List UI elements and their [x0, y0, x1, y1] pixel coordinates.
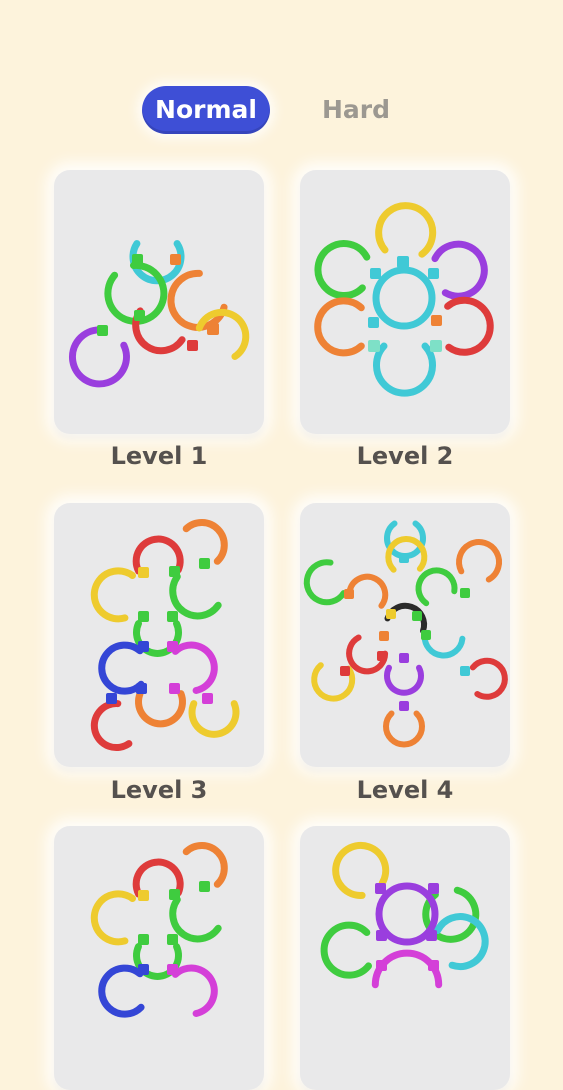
ring-segment [182, 519, 228, 565]
ring-segment [431, 240, 488, 300]
level-4-ring-puzzle-preview [303, 520, 508, 748]
level-card-3[interactable] [54, 503, 264, 767]
ring-segment [346, 573, 389, 609]
level-label: Level 1 [110, 442, 208, 470]
level-label: Level 3 [110, 776, 208, 804]
level-card-6[interactable] [300, 826, 510, 1090]
ring-segment [98, 641, 145, 695]
ring-segment [456, 539, 503, 583]
level-card-1[interactable] [54, 170, 264, 434]
ring-segment [169, 896, 222, 943]
ring-segment [375, 202, 437, 258]
ring-segment [415, 567, 458, 607]
tab-normal[interactable]: Normal [142, 86, 270, 134]
ring-segment [135, 690, 186, 728]
ring-segment [171, 964, 218, 1017]
level-3-ring-puzzle-preview [90, 519, 240, 751]
ring-closed [372, 266, 436, 330]
ring-segment [182, 842, 228, 888]
level-label: Level 2 [356, 442, 454, 470]
level-card-5[interactable] [54, 826, 264, 1090]
ring-segment [195, 308, 250, 360]
ring-segment [384, 664, 424, 696]
level-2-ring-puzzle-preview [314, 202, 494, 397]
level-card-2[interactable] [300, 170, 510, 434]
ring-segment [469, 657, 508, 700]
ring-segment [303, 559, 347, 606]
level-1-ring-puzzle-preview [68, 240, 250, 388]
ring-segment [90, 567, 136, 623]
ring-segment [68, 326, 130, 388]
level-5-ring-puzzle-preview [90, 842, 228, 1018]
ring-segment [320, 921, 372, 979]
level-6-ring-puzzle-preview [320, 841, 489, 989]
level-label: Level 4 [356, 776, 454, 804]
ring-segment [314, 240, 371, 300]
ring-segment [171, 641, 218, 694]
ring-segment [169, 573, 222, 620]
level-card-4[interactable] [300, 503, 510, 767]
ring-segment [90, 700, 133, 751]
ring-segment [90, 890, 136, 946]
ring-segment [167, 269, 228, 331]
difficulty-tabs: Normal Hard [0, 86, 563, 134]
tab-hard[interactable]: Hard [316, 86, 396, 134]
ring-segment [383, 710, 425, 748]
ring-segment [373, 342, 436, 397]
ring-segment [188, 700, 240, 738]
ring-segment [98, 964, 145, 1018]
ring-segment [444, 296, 494, 356]
ring-segment [314, 297, 365, 357]
